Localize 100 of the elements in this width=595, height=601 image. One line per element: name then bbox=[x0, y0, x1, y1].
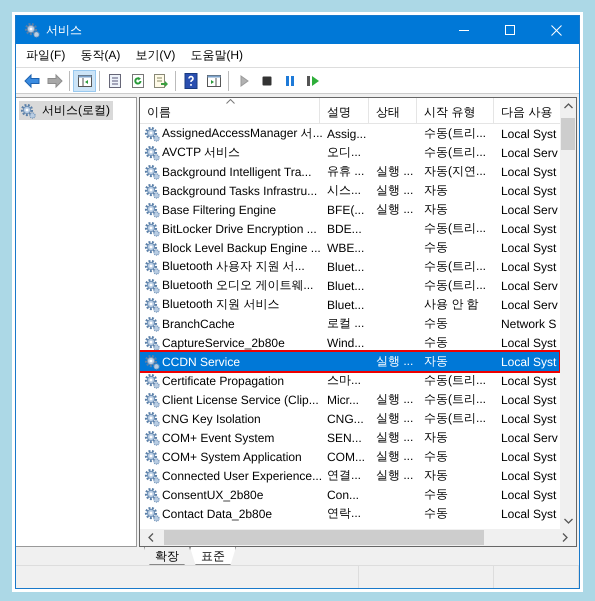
export-list-icon[interactable] bbox=[152, 72, 168, 88]
menu-item[interactable]: 도움말(H) bbox=[190, 47, 243, 64]
table-cell: 오디... bbox=[327, 144, 362, 161]
table-cell: 수동(트리... bbox=[424, 220, 486, 237]
selected-row[interactable]: CCDN Service 실행 ... 자동 Local Syst bbox=[140, 352, 560, 371]
table-row[interactable]: Bluetooth 오디오 게이트웨... Bluet... 수동(트리... Local Serv bbox=[140, 276, 560, 295]
console-tree-icon bbox=[76, 72, 92, 88]
table-cell: Local Syst bbox=[501, 126, 556, 140]
table-row[interactable]: Bluetooth 사용자 지원 서... Bluet... 수동(트리... Local Syst bbox=[140, 257, 560, 276]
table-cell: Local Serv bbox=[501, 202, 558, 216]
table-row[interactable]: Base Filtering Engine BFE(... 실행 ... 자동 Local Serv bbox=[140, 200, 560, 219]
column-header[interactable]: 설명 bbox=[320, 98, 369, 123]
table-cell: 실행 ... bbox=[376, 391, 414, 408]
gears-icon bbox=[144, 354, 160, 370]
table-cell: Bluetooth 사용자 지원 서... bbox=[162, 258, 305, 275]
table-row[interactable]: Client License Service (Clip... Micr... 실행 ... 수동(트리... Local Syst bbox=[140, 390, 560, 409]
help-icon[interactable] bbox=[182, 72, 198, 88]
toolbar-button[interactable] bbox=[73, 70, 96, 92]
view-tab[interactable]: 표준 bbox=[190, 547, 236, 565]
table-cell: Contact Data_2b80e bbox=[162, 506, 272, 520]
table-cell: 실행 ... bbox=[376, 201, 414, 218]
table-cell: 실행 ... bbox=[376, 182, 414, 199]
table-cell: 수동(트리... bbox=[424, 372, 486, 389]
gears-icon bbox=[144, 240, 160, 256]
table-cell: BFE(... bbox=[327, 202, 364, 216]
table-row[interactable]: Contact Data_2b80e 연락... 수동 Local Syst bbox=[140, 504, 560, 523]
column-header[interactable]: 이름 bbox=[140, 98, 320, 123]
gears-icon bbox=[144, 296, 160, 312]
gears-icon bbox=[144, 486, 160, 502]
vertical-scrollbar[interactable] bbox=[560, 98, 576, 529]
column-header[interactable]: 다음 사용 bbox=[494, 98, 560, 123]
close-icon[interactable] bbox=[550, 24, 562, 36]
table-cell: Certificate Propagation bbox=[162, 374, 284, 388]
scroll-thumb[interactable] bbox=[164, 530, 484, 545]
refresh-icon[interactable] bbox=[130, 72, 146, 88]
table-row[interactable]: BranchCache 로컬 ... 수동 Network S bbox=[140, 314, 560, 333]
table-cell: Background Tasks Infrastru... bbox=[162, 184, 318, 198]
view-tab[interactable]: 확장 bbox=[144, 547, 190, 565]
properties-icon[interactable] bbox=[106, 72, 122, 88]
table-cell: Local Serv bbox=[501, 298, 558, 312]
table-row[interactable]: Block Level Backup Engine ... WBE... 수동 Local Syst bbox=[140, 238, 560, 257]
table-row[interactable]: Background Tasks Infrastru... 시스... 실행 ... 자동 Local Syst bbox=[140, 181, 560, 200]
table-row[interactable]: COM+ Event System SEN... 실행 ... 자동 Local Serv bbox=[140, 428, 560, 447]
table-cell: Background Intelligent Tra... bbox=[162, 164, 312, 178]
horizontal-scrollbar[interactable] bbox=[140, 529, 576, 546]
gears-icon bbox=[144, 392, 160, 408]
gears-icon bbox=[144, 410, 160, 426]
table-cell: BitLocker Drive Encryption ... bbox=[162, 222, 317, 236]
table-row[interactable]: CaptureService_2b80e Wind... 수동 Local Syst bbox=[140, 333, 560, 352]
tree-item[interactable]: 서비스(로컬) bbox=[19, 101, 113, 120]
gears-icon bbox=[144, 448, 160, 464]
table-cell: 수동 bbox=[424, 239, 448, 256]
table-row[interactable]: BitLocker Drive Encryption ... BDE... 수동(트리... Local Syst bbox=[140, 219, 560, 238]
table-row[interactable]: AssignedAccessManager 서... Assig... 수동(트리... Local Syst bbox=[140, 124, 560, 143]
table-cell: BDE... bbox=[327, 222, 362, 236]
column-header[interactable]: 시작 유형 bbox=[417, 98, 494, 123]
scroll-up-icon bbox=[564, 103, 572, 109]
table-cell: 수동(트리... bbox=[424, 125, 486, 142]
table-cell: 사용 안 함 bbox=[424, 296, 479, 313]
table-cell: 시스... bbox=[327, 182, 362, 199]
action-pane-icon[interactable] bbox=[206, 72, 222, 88]
table-cell: Local Syst bbox=[501, 184, 556, 198]
table-row[interactable]: COM+ System Application COM... 실행 ... 수동 Local Syst bbox=[140, 447, 560, 466]
table-cell: 실행 ... bbox=[376, 429, 414, 446]
back-arrow-icon[interactable] bbox=[24, 72, 40, 88]
table-cell: 실행 ... bbox=[376, 467, 414, 484]
table-cell: Local Syst bbox=[501, 222, 556, 236]
gears-icon bbox=[144, 506, 160, 522]
table-row[interactable]: ConsentUX_2b80e Con... 수동 Local Syst bbox=[140, 485, 560, 504]
table-cell: 수동(트리... bbox=[424, 258, 486, 275]
table-cell: Con... bbox=[327, 488, 360, 502]
scroll-thumb[interactable] bbox=[561, 118, 575, 150]
column-header[interactable]: 상태 bbox=[369, 98, 417, 123]
table-cell: Local Serv bbox=[501, 278, 558, 292]
table-cell: CaptureService_2b80e bbox=[162, 336, 285, 350]
table-row[interactable]: Certificate Propagation 스마... 수동(트리... Local Syst bbox=[140, 371, 560, 390]
menu-item[interactable]: 보기(V) bbox=[135, 47, 176, 64]
table-row[interactable]: AVCTP 서비스 오디... 수동(트리... Local Serv bbox=[140, 143, 560, 162]
table-cell: AssignedAccessManager 서... bbox=[162, 125, 323, 142]
maximize-icon[interactable] bbox=[505, 25, 515, 35]
table-cell: Network S bbox=[501, 316, 556, 330]
gears-icon bbox=[20, 102, 36, 118]
menu-item[interactable]: 동작(A) bbox=[80, 47, 120, 64]
table-row[interactable]: Bluetooth 지원 서비스 Bluet... 사용 안 함 Local Serv bbox=[140, 295, 560, 314]
table-cell: Local Serv bbox=[501, 146, 558, 160]
gears-icon bbox=[144, 202, 160, 218]
table-row[interactable]: Connected User Experience... 연결... 실행 ... 자동 Local Syst bbox=[140, 466, 560, 485]
table-cell: Bluet... bbox=[327, 260, 364, 274]
scroll-down-icon bbox=[564, 518, 572, 524]
table-cell: 연결... bbox=[327, 467, 362, 484]
menu-item[interactable]: 파일(F) bbox=[26, 47, 66, 64]
table-cell: 자동 bbox=[424, 429, 448, 446]
table-row[interactable]: CNG Key Isolation CNG... 실행 ... 수동(트리... Local Syst bbox=[140, 409, 560, 428]
table-row[interactable]: Background Intelligent Tra... 유휴 ... 실행 ... 자동(지연... Local Syst bbox=[140, 162, 560, 181]
table-cell: Bluet... bbox=[327, 278, 364, 292]
table-cell: Local Syst bbox=[501, 450, 556, 464]
scroll-left-icon bbox=[148, 533, 154, 542]
table-cell: 수동 bbox=[424, 486, 448, 503]
table-cell: COM+ System Application bbox=[162, 450, 302, 464]
table-cell: 연락... bbox=[327, 505, 362, 522]
